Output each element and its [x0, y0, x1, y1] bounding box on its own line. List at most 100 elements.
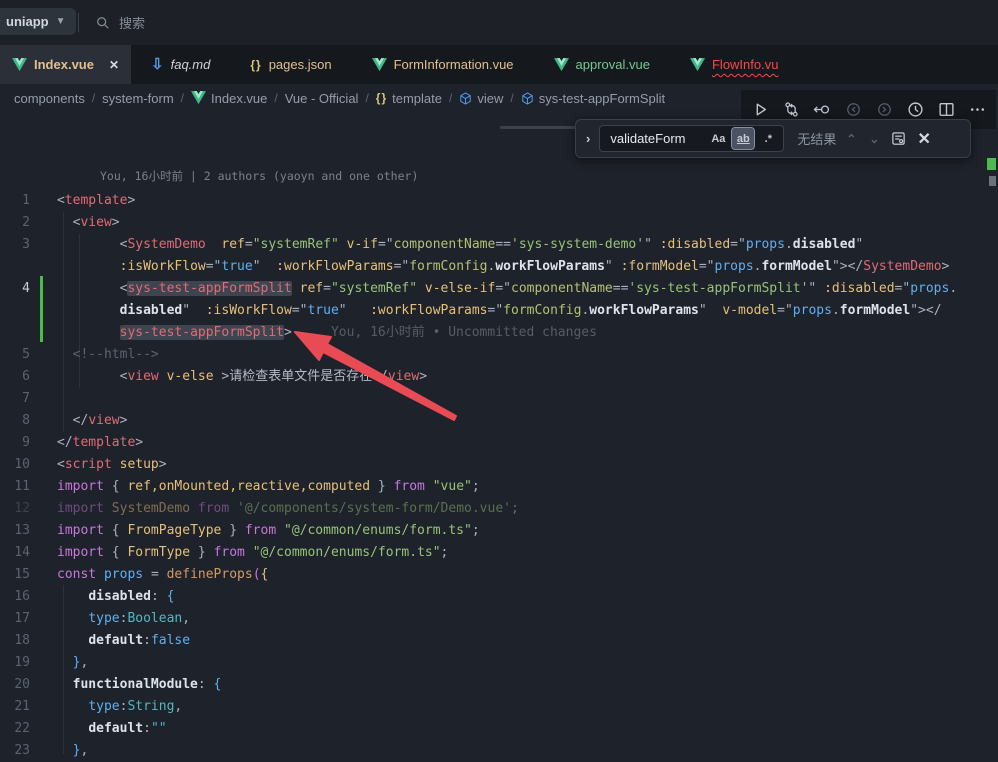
overview-ruler-change-mark [987, 158, 996, 170]
titlebar-divider [78, 13, 79, 32]
code-text: <template> [57, 190, 135, 212]
breadcrumb-item-view[interactable]: view [459, 91, 503, 106]
code-row[interactable]: 11import { ref,onMounted,reactive,comput… [0, 476, 998, 498]
breadcrumb-item-components[interactable]: components [14, 91, 85, 106]
code-row[interactable]: 9</template> [0, 432, 998, 454]
code-row[interactable]: 8 </view> [0, 410, 998, 432]
markdown-icon: ⇩ [151, 57, 164, 72]
vue-icon [690, 58, 705, 72]
project-menu[interactable]: uniapp ▼ [0, 8, 76, 35]
code-row[interactable]: 22 default:"" [0, 718, 998, 740]
code-row[interactable]: 20 functionalModule: { [0, 674, 998, 696]
code-text: <view> [57, 212, 120, 234]
code-row[interactable]: 17 type:Boolean, [0, 608, 998, 630]
tab-index-vue[interactable]: Index.vue✕ [0, 45, 131, 84]
code-row[interactable]: 3 <SystemDemo ref="systemRef" v-if="comp… [0, 234, 998, 256]
breadcrumb-separator: / [92, 91, 95, 105]
code-row[interactable]: 2 <view> [0, 212, 998, 234]
tab-approval-vue[interactable]: approval.vue [534, 45, 670, 84]
tab-faq-md[interactable]: ⇩ faq.md [131, 45, 230, 84]
code-text: <view v-else >请检查表单文件是否存在</view> [57, 366, 427, 388]
line-number: 10 [0, 454, 30, 476]
code-row[interactable]: 12 import SystemDemo from '@/components/s… [0, 498, 998, 520]
code-text: sys-test-appFormSplit> You, 16小时前 • Unco… [57, 322, 597, 344]
code-rows: 1<template>2 <view>3 <SystemDemo ref="sy… [0, 190, 998, 762]
code-row[interactable]: 6 <view v-else >请检查表单文件是否存在</view> [0, 366, 998, 388]
expand-replace-icon[interactable]: › [584, 131, 592, 146]
code-row[interactable]: 13 import { FromPageType } from "@/common… [0, 520, 998, 542]
tab-label: faq.md [171, 57, 211, 72]
code-row[interactable]: sys-test-appFormSplit> You, 16小时前 • Unco… [0, 322, 998, 344]
element-icon [459, 92, 472, 105]
breadcrumb-separator: / [510, 91, 513, 105]
breadcrumb-item-template[interactable]: {}template [376, 91, 442, 106]
code-text: import SystemDemo from '@/components/sys… [57, 498, 519, 520]
title-bar: uniapp ▼ 搜索 [0, 0, 998, 45]
tab-flowinfo-vu[interactable]: FlowInfo.vu [670, 45, 780, 84]
code-text: functionalModule: { [57, 674, 221, 696]
project-name: uniapp [6, 14, 49, 29]
tab-label: FormInformation.vue [394, 57, 514, 72]
breadcrumb-label: system-form [102, 91, 174, 106]
code-text: type:String, [57, 696, 182, 718]
code-editor[interactable]: You, 16小时前 | 2 authors (yaoyn and one ot… [0, 112, 998, 754]
code-text: <sys-test-appFormSplit ref="systemRef" v… [57, 278, 957, 300]
code-text: default:"" [57, 718, 167, 740]
code-row[interactable]: 1<template> [0, 190, 998, 212]
find-in-selection-button[interactable] [889, 131, 908, 146]
code-row[interactable]: 5 <!--html--> [0, 344, 998, 366]
tab-label: FlowInfo.vu [712, 57, 778, 72]
code-row[interactable]: 19 }, [0, 652, 998, 674]
code-row[interactable]: 14import { FormType } from "@/common/enu… [0, 542, 998, 564]
code-row[interactable]: 7 [0, 388, 998, 410]
breadcrumb-item-sys-test-appformsplit[interactable]: sys-test-appFormSplit [521, 91, 665, 106]
braces-icon: {} [250, 58, 261, 72]
code-row[interactable]: disabled" :isWorkFlow="true" :workFlowPa… [0, 300, 998, 322]
search-icon [96, 16, 110, 30]
code-row[interactable]: 18 default:false [0, 630, 998, 652]
breadcrumb-item-index-vue[interactable]: Index.vue [191, 91, 267, 106]
match-case-button[interactable]: Aa [707, 128, 729, 149]
next-match-button[interactable]: ⌄ [866, 132, 882, 146]
code-text: import { FromPageType } from "@/common/e… [57, 520, 480, 542]
vue-icon [554, 58, 569, 72]
code-row[interactable]: 15const props = defineProps({ [0, 564, 998, 586]
code-row[interactable]: 10 <script setup> [0, 454, 998, 476]
close-icon[interactable]: ✕ [109, 58, 119, 72]
line-number: 12 [0, 498, 30, 520]
line-number: 4 [0, 278, 30, 300]
line-number: 18 [0, 630, 30, 652]
find-in-selection-icon [891, 131, 906, 146]
vue-icon [12, 58, 27, 72]
prev-match-button[interactable]: ⌃ [843, 132, 859, 146]
code-text: :isWorkFlow="true" :workFlowParams="form… [57, 256, 949, 278]
breadcrumb-item-system-form[interactable]: system-form [102, 91, 174, 106]
code-text: disabled" :isWorkFlow="true" :workFlowPa… [57, 300, 942, 322]
tab-label: approval.vue [576, 57, 650, 72]
close-find-button[interactable]: ✕ [915, 129, 932, 149]
tab-pages-json[interactable]: {}pages.json [230, 45, 351, 84]
code-text: <script setup> [57, 454, 167, 476]
code-row[interactable]: 16 disabled: { [0, 586, 998, 608]
code-row[interactable]: 4 <sys-test-appFormSplit ref="systemRef"… [0, 278, 998, 300]
code-text: }, [57, 652, 88, 674]
line-number: 23 [0, 740, 30, 762]
code-text: }, [57, 740, 88, 762]
gutter-change-indicator[interactable] [40, 276, 43, 342]
regex-button[interactable]: .* [757, 128, 779, 149]
tab-forminformation-vue[interactable]: FormInformation.vue [352, 45, 534, 84]
find-input[interactable] [608, 130, 704, 147]
breadcrumb: components/system-form/Index.vue/Vue - O… [14, 84, 665, 112]
code-row[interactable]: 23 }, [0, 740, 998, 762]
code-text: </template> [57, 432, 143, 454]
breadcrumb-item-vue-official[interactable]: Vue - Official [285, 91, 359, 106]
code-text: import { FormType } from "@/common/enums… [57, 542, 448, 564]
whole-word-button[interactable]: ab [732, 128, 754, 149]
global-search[interactable]: 搜索 [96, 13, 145, 32]
line-number: 13 [0, 520, 30, 542]
search-placeholder: 搜索 [119, 13, 145, 32]
code-row[interactable]: 21 type:String, [0, 696, 998, 718]
code-text: default:false [57, 630, 190, 652]
line-number [0, 256, 30, 278]
code-row[interactable]: :isWorkFlow="true" :workFlowParams="form… [0, 256, 998, 278]
